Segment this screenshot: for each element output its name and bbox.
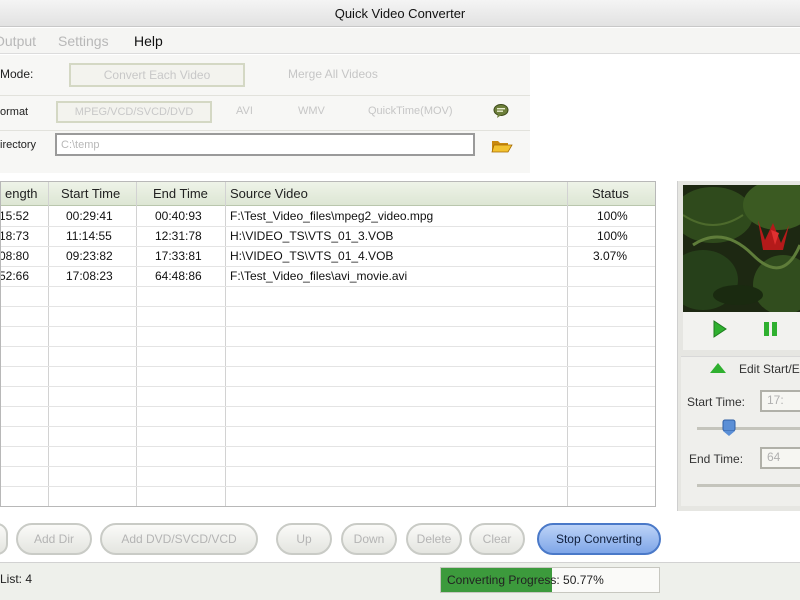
cell-start-time: 17:08:23 — [66, 269, 113, 283]
row-divider — [1, 446, 655, 447]
add-file-button[interactable] — [0, 523, 8, 555]
cell-status: 3.07% — [593, 249, 628, 263]
video-preview — [683, 185, 800, 312]
menu-output[interactable]: Output — [0, 33, 36, 49]
row-divider — [1, 426, 655, 427]
column-divider — [225, 182, 226, 506]
clear-button[interactable]: Clear — [469, 523, 525, 555]
play-icon[interactable] — [713, 320, 727, 341]
divider — [0, 130, 530, 131]
start-time-label: Start Time: — [687, 395, 746, 409]
row-divider — [1, 306, 655, 307]
format-avi-button[interactable]: AVI — [236, 105, 253, 117]
cell-source-video: F:\Test_Video_files\avi_movie.avi — [230, 269, 408, 283]
column-header-start-time[interactable]: Start Time — [49, 182, 137, 206]
mode-label: Mode: — [0, 67, 34, 81]
cell-end-time: 64:48:86 — [155, 269, 202, 283]
end-time-label: End Time: — [689, 452, 744, 466]
cell-end-time: 17:33:81 — [155, 249, 202, 263]
format-label: ormat — [0, 106, 29, 118]
column-divider — [48, 182, 49, 506]
row-divider — [1, 226, 655, 227]
cell-length: 08:80 — [0, 249, 30, 263]
cell-start-time: 11:14:55 — [66, 229, 112, 243]
column-header-length[interactable]: ength — [1, 182, 49, 206]
row-divider — [1, 346, 655, 347]
row-divider — [1, 286, 655, 287]
cell-length: 52:66 — [0, 269, 30, 283]
down-button[interactable]: Down — [341, 523, 397, 555]
start-time-slider-track[interactable] — [697, 427, 800, 430]
add-dir-button[interactable]: Add Dir — [16, 523, 92, 555]
format-mpeg-button[interactable]: MPEG/VCD/SVCD/DVD — [56, 101, 212, 123]
cell-source-video: H:\VIDEO_TS\VTS_01_3.VOB — [230, 229, 394, 243]
column-header-status[interactable]: Status — [568, 182, 655, 206]
cell-status: 100% — [597, 229, 628, 243]
row-divider — [1, 406, 655, 407]
row-divider — [1, 486, 655, 487]
format-wmv-button[interactable]: WMV — [298, 105, 325, 117]
row-divider — [1, 386, 655, 387]
triangle-up-icon[interactable] — [709, 362, 727, 377]
window-title: Quick Video Converter — [0, 0, 800, 27]
menu-settings[interactable]: Settings — [58, 33, 109, 49]
cell-length: 15:52 — [0, 209, 30, 223]
video-list-table[interactable]: ength Start Time End Time Source Video S… — [0, 181, 656, 507]
chat-bubble-icon[interactable] — [492, 102, 510, 120]
cell-start-time: 09:23:82 — [66, 249, 113, 263]
divider — [0, 95, 530, 96]
cell-status: 100% — [597, 209, 628, 223]
end-time-slider-track[interactable] — [697, 484, 800, 487]
row-divider — [1, 326, 655, 327]
progress-text: Converting Progress: 50.77% — [447, 573, 604, 587]
menu-bar: Output Settings Help — [0, 28, 800, 54]
list-count: List: 4 — [0, 572, 33, 586]
row-divider — [1, 366, 655, 367]
cell-end-time: 12:31:78 — [155, 229, 202, 243]
format-quicktime-button[interactable]: QuickTime(MOV) — [368, 105, 453, 117]
menu-help[interactable]: Help — [134, 33, 163, 49]
end-time-input[interactable]: 64 — [760, 447, 800, 469]
start-time-slider-thumb[interactable] — [722, 419, 736, 440]
output-directory-input[interactable] — [55, 133, 475, 156]
stop-converting-button[interactable]: Stop Converting — [537, 523, 661, 555]
converting-progress-bar: Converting Progress: 50.77% — [440, 567, 660, 593]
merge-all-videos-button[interactable]: Merge All Videos — [288, 67, 378, 81]
column-divider — [567, 182, 568, 506]
status-bar: List: 4 — [0, 562, 800, 600]
directory-label: irectory — [0, 139, 37, 151]
convert-each-video-button[interactable]: Convert Each Video — [69, 63, 245, 87]
add-dvd-button[interactable]: Add DVD/SVCD/VCD — [100, 523, 258, 555]
column-divider — [136, 182, 137, 506]
row-divider — [1, 266, 655, 267]
playback-controls — [683, 312, 800, 350]
cell-length: 18:73 — [0, 229, 30, 243]
pause-icon[interactable] — [763, 321, 779, 340]
cell-end-time: 00:40:93 — [155, 209, 202, 223]
row-divider — [1, 246, 655, 247]
edit-start-end-panel: Edit Start/E Start Time: 17: End Time: 6… — [681, 356, 800, 506]
folder-open-icon[interactable] — [491, 137, 513, 155]
row-divider — [1, 466, 655, 467]
edit-start-end-label[interactable]: Edit Start/E — [739, 362, 800, 376]
column-header-source-video[interactable]: Source Video — [226, 182, 568, 206]
cell-source-video: H:\VIDEO_TS\VTS_01_4.VOB — [230, 249, 394, 263]
column-header-end-time[interactable]: End Time — [137, 182, 226, 206]
start-time-input[interactable]: 17: — [760, 390, 800, 412]
delete-button[interactable]: Delete — [406, 523, 462, 555]
up-button[interactable]: Up — [276, 523, 332, 555]
cell-source-video: F:\Test_Video_files\mpeg2_video.mpg — [230, 209, 434, 223]
cell-start-time: 00:29:41 — [66, 209, 113, 223]
